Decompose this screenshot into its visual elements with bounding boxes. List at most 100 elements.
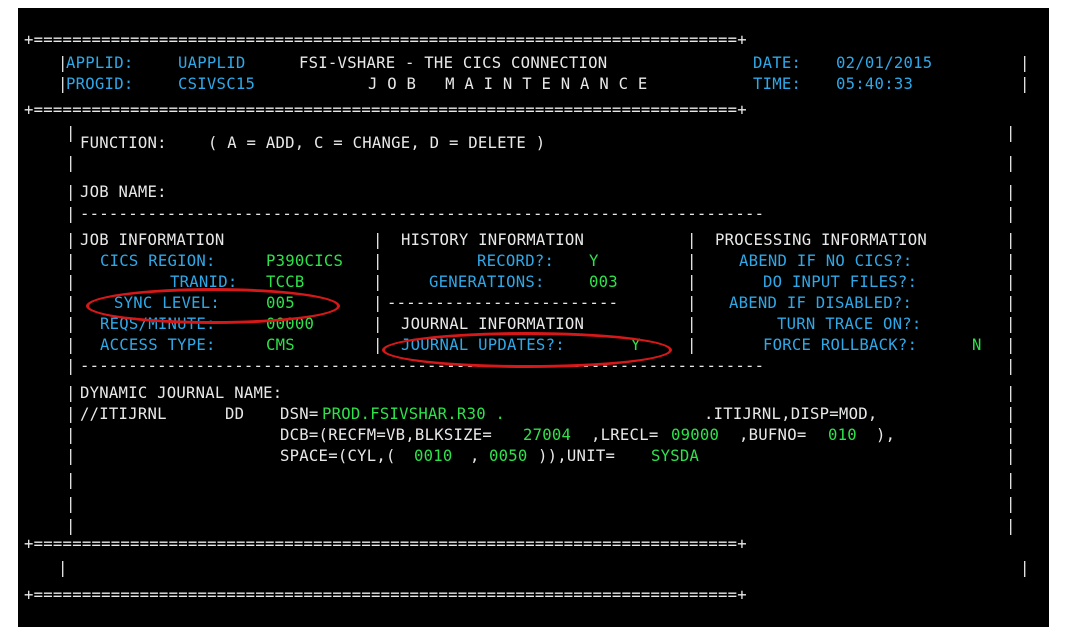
lrecl-field[interactable]: 09000 <box>671 425 719 445</box>
right-border: | <box>1006 124 1016 142</box>
section-divider-1: ----------------------------------------… <box>80 205 765 223</box>
record-field[interactable]: Y <box>589 251 599 271</box>
left-border: | <box>66 124 76 142</box>
access-type-field[interactable]: CMS <box>266 335 295 355</box>
column-separator: | <box>687 315 697 333</box>
column-separator: | <box>373 231 383 249</box>
column-separator: | <box>687 336 697 354</box>
left-border: | <box>66 405 76 423</box>
sync-level-field[interactable]: 005 <box>266 293 295 313</box>
dcb-close: ), <box>876 426 896 444</box>
abend-no-cics-label: ABEND IF NO CICS?: <box>739 252 913 270</box>
journal-updates-field[interactable]: Y <box>631 335 641 355</box>
section-divider-2: ----------------------------------------… <box>80 357 765 375</box>
progid-value: CSIVSC15 <box>178 75 256 93</box>
generations-field[interactable]: 003 <box>589 272 618 292</box>
message-left-border: | <box>58 559 68 577</box>
date-label: DATE: <box>753 54 802 72</box>
function-options[interactable]: ( A = ADD, C = CHANGE, D = DELETE ) <box>208 133 545 153</box>
column-separator: | <box>373 294 383 312</box>
column-separator: | <box>687 294 697 312</box>
right-border: | <box>1006 384 1016 402</box>
tranid-field[interactable]: TCCB <box>266 272 305 292</box>
column-separator: | <box>687 252 697 270</box>
dsn-prefix-field[interactable]: PROD.FSIVSHAR.R30 . <box>322 404 505 424</box>
left-border: | <box>66 205 76 223</box>
right-border: | <box>1006 517 1016 535</box>
lrecl-label: ,LRECL= <box>591 426 659 444</box>
processing-information-heading: PROCESSING INFORMATION <box>715 231 928 249</box>
job-information-heading: JOB INFORMATION <box>80 231 225 249</box>
unit-field[interactable]: SYSDA <box>651 446 699 466</box>
do-input-files-label: DO INPUT FILES?: <box>763 273 918 291</box>
right-border: | <box>1006 315 1016 333</box>
right-border: | <box>1006 447 1016 465</box>
space-close: )),UNIT= <box>538 447 616 465</box>
column-separator: | <box>373 315 383 333</box>
left-border: | <box>66 447 76 465</box>
sync-level-label: SYNC LEVEL: <box>114 294 221 312</box>
right-border: | <box>1006 205 1016 223</box>
bottom-border: +=======================================… <box>24 586 747 604</box>
right-border: | <box>1006 183 1016 201</box>
dsn-suffix: .ITIJRNL,DISP=MOD, <box>704 405 878 423</box>
dsn-label: DSN= <box>280 405 319 423</box>
left-border: | <box>66 517 76 535</box>
blksize-field[interactable]: 27004 <box>523 425 571 445</box>
left-border: | <box>66 357 76 375</box>
primary-field[interactable]: 0010 <box>414 446 453 466</box>
left-border: | <box>66 183 76 201</box>
app-title: FSI-VSHARE - THE CICS CONNECTION <box>299 54 608 72</box>
force-rollback-label: FORCE ROLLBACK?: <box>763 336 918 354</box>
access-type-label: ACCESS TYPE: <box>100 336 216 354</box>
header-right-border: | <box>1020 75 1030 93</box>
left-border: | <box>66 294 76 312</box>
terminal-screen: +=======================================… <box>18 8 1049 627</box>
left-border: | <box>66 336 76 354</box>
time-label: TIME: <box>753 75 802 93</box>
dynamic-journal-heading: DYNAMIC JOURNAL NAME: <box>80 384 283 402</box>
cics-region-field[interactable]: P390CICS <box>266 251 343 271</box>
generations-label: GENERATIONS: <box>429 273 545 291</box>
applid-label: APPLID: <box>66 54 134 72</box>
history-divider: ------------------------ <box>387 294 619 312</box>
right-border: | <box>1006 405 1016 423</box>
footer-separator: +=======================================… <box>24 535 747 553</box>
space-open: SPACE=(CYL,( <box>280 447 396 465</box>
function-label: FUNCTION: <box>80 134 167 152</box>
bufno-label: ,BUFNO= <box>739 426 807 444</box>
right-border: | <box>1006 336 1016 354</box>
bufno-field[interactable]: 010 <box>828 425 857 445</box>
message-right-border: | <box>1020 559 1030 577</box>
right-border: | <box>1006 471 1016 489</box>
top-border: +=======================================… <box>24 31 747 49</box>
right-border: | <box>1006 252 1016 270</box>
header-left-border: | <box>58 75 68 93</box>
turn-trace-label: TURN TRACE ON?: <box>777 315 922 333</box>
column-separator: | <box>373 273 383 291</box>
ddname: //ITIJRNL <box>80 405 167 423</box>
header-left-border: | <box>58 54 68 72</box>
left-border: | <box>66 471 76 489</box>
left-border: | <box>66 273 76 291</box>
left-border: | <box>66 252 76 270</box>
right-border: | <box>1006 294 1016 312</box>
history-information-heading: HISTORY INFORMATION <box>401 231 585 249</box>
dd-keyword: DD <box>225 405 245 423</box>
page: +=======================================… <box>0 0 1066 635</box>
header-separator: +=======================================… <box>24 101 747 119</box>
right-border: | <box>1006 495 1016 513</box>
comma-separator: , <box>470 447 480 465</box>
record-label: RECORD?: <box>477 252 555 270</box>
applid-value: UAPPLID <box>178 54 246 72</box>
right-border: | <box>1006 273 1016 291</box>
column-separator: | <box>687 231 697 249</box>
right-border: | <box>1006 426 1016 444</box>
date-value: 02/01/2015 <box>836 54 933 72</box>
left-border: | <box>66 384 76 402</box>
right-border: | <box>1006 357 1016 375</box>
secondary-field[interactable]: 0050 <box>489 446 528 466</box>
force-rollback-field[interactable]: N <box>972 335 982 355</box>
left-border: | <box>66 154 76 172</box>
reqs-minute-field[interactable]: 00000 <box>266 314 314 334</box>
